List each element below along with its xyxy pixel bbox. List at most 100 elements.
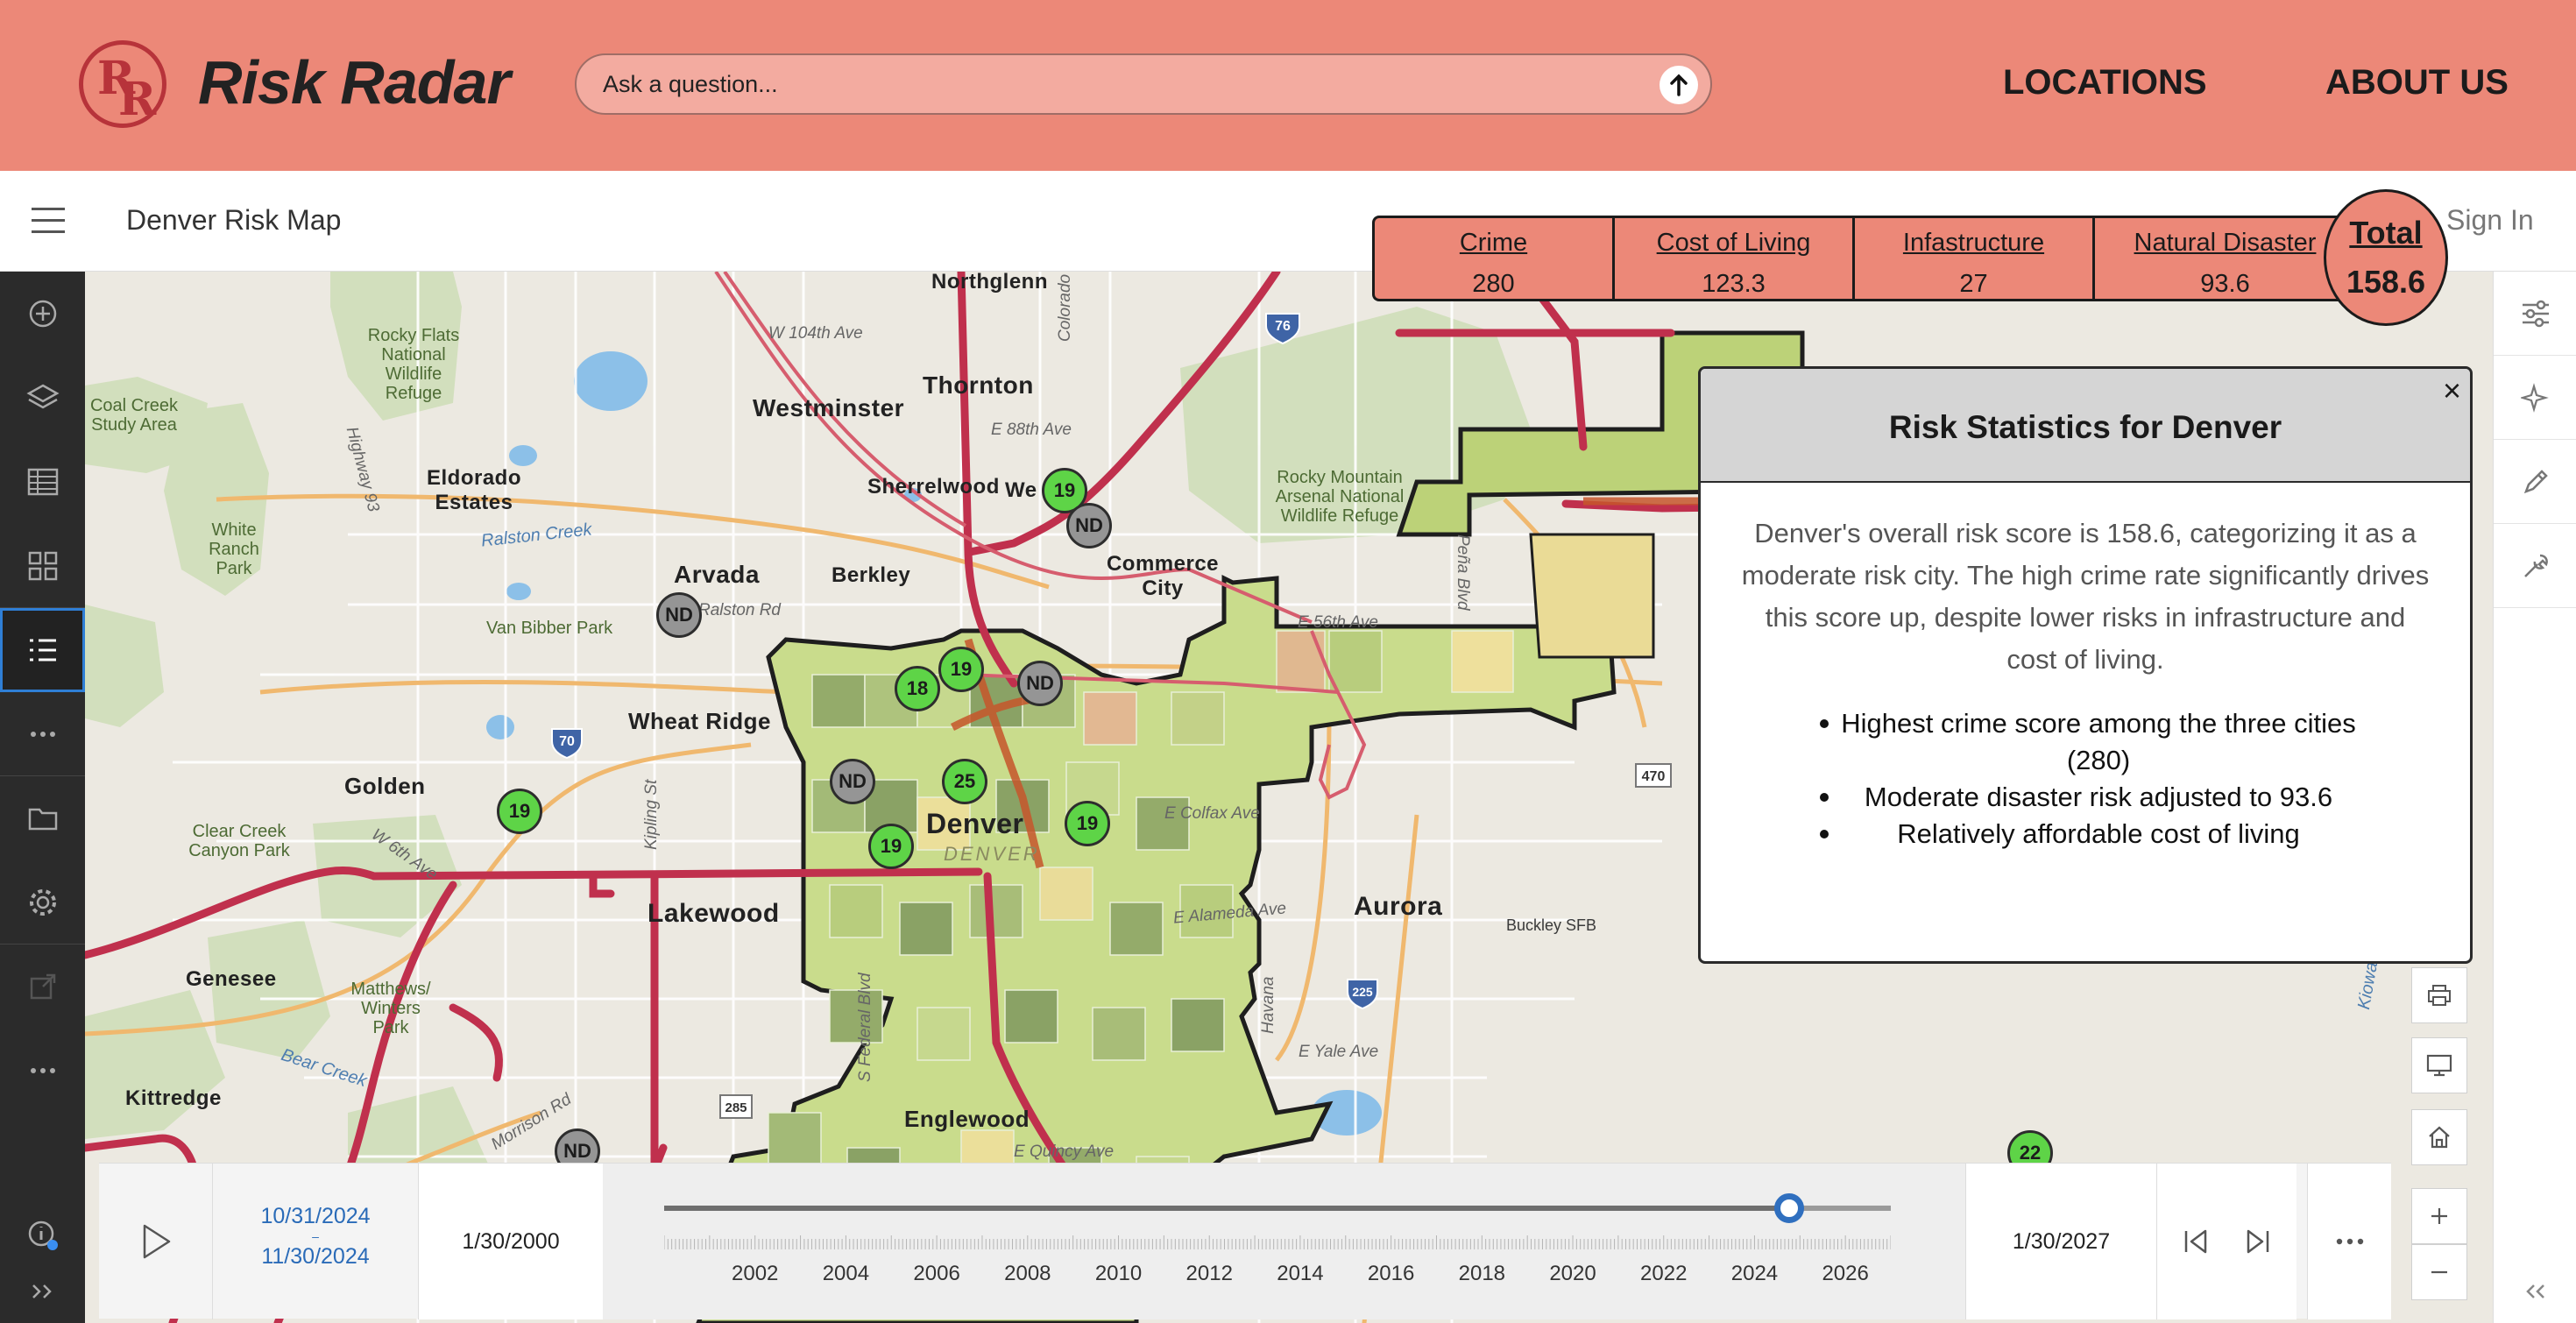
folder-icon[interactable] [0,776,85,860]
timeline-year-label: 2014 [1277,1262,1324,1285]
stat-total[interactable]: Total 158.6 [2324,189,2448,326]
timeline-year-label: 2026 [1822,1262,1869,1285]
expand-icon[interactable] [0,1260,85,1323]
road-label: Ralston Rd [698,601,781,619]
sketch-pencil-icon[interactable] [2494,440,2576,524]
timeline-year-label: 2024 [1730,1262,1779,1285]
stat-value: 123.3 [1702,270,1766,298]
risk-marker[interactable]: 18 [895,666,940,711]
timeline-year-label: 2016 [1367,1262,1415,1285]
road-label: W 104th Ave [768,324,863,343]
place-label: Aurora [1354,892,1443,921]
no-data-marker[interactable]: ND [1066,503,1112,548]
no-data-marker[interactable]: ND [656,592,702,638]
stat-natural-disaster[interactable]: Natural Disaster 93.6 [2092,216,2355,301]
svg-text:70: 70 [559,734,575,749]
zoom-out-icon[interactable] [2411,1244,2467,1300]
popup-header: × Risk Statistics for Denver [1701,369,2470,483]
road-label: E Colfax Ave [1164,804,1260,823]
step-forward-icon [2247,1229,2269,1254]
play-icon [143,1224,170,1259]
stat-infrastructure[interactable]: Infastructure 27 [1852,216,2092,301]
place-label: Wheat Ridge [628,708,771,734]
risk-marker[interactable]: 19 [938,647,984,692]
map-title: Denver Risk Map [126,204,342,236]
place-label: We [1005,478,1037,502]
brand-title[interactable]: Risk Radar [198,47,511,117]
timeline-options-button[interactable] [2307,1164,2391,1319]
stat-label: Infastructure [1902,229,2045,257]
ask-question-input[interactable] [603,55,1610,113]
list-item: Moderate disaster risk adjusted to 93.6 [1739,779,2431,816]
timeline-year-label: 2006 [913,1262,960,1285]
stat-cost-of-living[interactable]: Cost of Living 123.3 [1612,216,1852,301]
more-icon[interactable] [0,1029,85,1113]
risk-marker[interactable]: 25 [942,759,987,804]
filter-sliders-icon[interactable] [2494,272,2576,356]
place-label: Golden [344,773,426,799]
collapse-icon[interactable] [2494,1260,2576,1323]
send-question-button[interactable] [1660,66,1698,104]
road-label: Kipling St [642,779,661,850]
place-label: Genesee [186,967,277,991]
nav-locations-link[interactable]: LOCATIONS [2003,63,2207,103]
road-label: Peña Blvd [1454,534,1472,611]
place-label: Buckley SFB [1506,916,1597,934]
settings-icon[interactable] [0,860,85,944]
place-label: Sherrelwood [867,475,1000,499]
ask-question-box [575,53,1712,115]
table-icon[interactable] [0,440,85,524]
svg-text:76: 76 [1275,319,1291,334]
no-data-marker[interactable]: ND [830,759,875,804]
more-icon[interactable] [0,692,85,776]
close-icon[interactable]: × [2443,372,2461,409]
add-icon[interactable] [0,272,85,356]
screen-icon[interactable] [2411,1037,2467,1093]
road-label: Colorado Blvd [1056,272,1074,342]
road-label: E 88th Ave [991,421,1072,439]
nav-about-us-link[interactable]: ABOUT US [2325,63,2509,103]
risk-statistics-popup: × Risk Statistics for Denver Denver's ov… [1698,366,2473,964]
legend-list-icon[interactable] [0,608,85,692]
popup-summary: Denver's overall risk score is 158.6, ca… [1741,518,2430,675]
wrench-icon[interactable] [2494,524,2576,608]
layers-icon[interactable] [0,356,85,440]
risk-marker[interactable]: 19 [1065,801,1110,846]
timeline-fill [664,1206,1789,1211]
svg-text:470: 470 [1642,769,1666,784]
place-label: Arvada [674,561,760,588]
park-label: Rocky Flats National Wildlife Refuge [367,326,460,403]
total-label: Total [2349,215,2423,251]
risk-marker[interactable]: 19 [497,789,542,834]
home-icon[interactable] [2411,1109,2467,1165]
effects-sparkle-icon[interactable] [2494,356,2576,440]
place-label: DENVER [944,843,1040,865]
timeline-thumb[interactable] [1773,1193,1804,1223]
step-back-icon [2184,1229,2206,1254]
park-label: Matthews/ Winters Park [350,980,431,1037]
park-label: White Ranch Park [209,520,259,578]
risk-marker[interactable]: 19 [868,824,914,869]
next-step-button[interactable] [2219,1164,2296,1319]
risk-radar-logo[interactable]: RR [79,40,166,128]
zoom-in-icon[interactable] [2411,1188,2467,1244]
timeline-year-label: 2002 [732,1262,779,1285]
place-label: Thornton [923,371,1034,399]
timeline-track[interactable]: 2002 2004 2006 2008 2010 2012 2014 2016 2018 2020… [603,1164,1965,1319]
share-icon[interactable] [0,944,85,1029]
print-icon[interactable] [2411,967,2467,1023]
no-data-marker[interactable]: ND [1017,661,1063,706]
stat-label: Natural Disaster [2134,229,2317,257]
basemap-gallery-icon[interactable] [0,524,85,608]
place-label: Lakewood [648,899,780,928]
park-label: Van Bibber Park [486,619,613,638]
range-start-date: 10/31/2024 [260,1204,371,1228]
stat-value: 280 [1472,270,1515,298]
stat-crime[interactable]: Crime 280 [1372,216,1612,301]
hamburger-menu-icon[interactable] [32,208,65,234]
sign-in-link[interactable]: Sign In [2446,204,2534,237]
arrow-up-icon [1670,74,1688,96]
play-button[interactable] [99,1164,213,1319]
popup-body: Denver's overall risk score is 158.6, ca… [1701,483,2470,853]
top-header: RR Risk Radar LOCATIONS ABOUT US [0,0,2576,171]
